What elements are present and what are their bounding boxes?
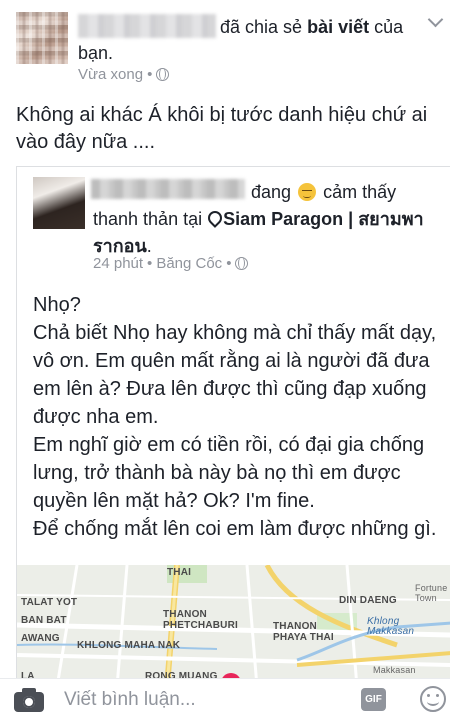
chevron-down-icon[interactable]	[428, 14, 442, 28]
smiley-face-icon[interactable]	[420, 686, 446, 712]
avatar[interactable]	[16, 12, 68, 64]
map-label: THANON PHAYA THAI	[273, 621, 334, 643]
body-line: Để chống mắt lên coi em làm được những g…	[33, 518, 437, 540]
shared-post-avatar[interactable]	[33, 177, 85, 229]
map-label: THANON PHETCHABURI	[163, 609, 238, 631]
map-label: KHLONG MAHA NAK	[77, 640, 181, 651]
action-text: đã chia sẻ	[220, 17, 303, 37]
location-pin-icon	[208, 211, 220, 226]
gif-button[interactable]: GIF	[361, 688, 386, 711]
map-label: AWANG	[21, 633, 60, 644]
comment-bar: GIF	[0, 678, 450, 721]
meta-separator: •	[147, 66, 153, 83]
body-line: Em nghĩ giờ em có tiền rồi, có đại gia c…	[33, 434, 425, 512]
meta-separator: •	[147, 255, 153, 272]
map-label: BAN BAT	[21, 615, 67, 626]
location-suffix: .	[146, 236, 152, 256]
relieved-face-icon	[298, 183, 317, 201]
body-line: Nhọ?	[33, 294, 81, 316]
shared-post-card[interactable]: đang cảm thấy thanh thản tại Siam Parago…	[16, 166, 450, 686]
notification-text: đã chia sẻ bài viết của bạn.	[78, 14, 408, 66]
body-line: Chả biết Nhọ hay không mà chỉ thấy mất d…	[33, 322, 437, 428]
map-label: Makkasan	[373, 665, 416, 675]
shared-object-link[interactable]: bài viết	[307, 17, 369, 37]
share-notification-header: đã chia sẻ bài viết của bạn. Vừa xong •	[0, 0, 450, 92]
post-text: Không ai khác Á khôi bị tước danh hiệu c…	[16, 104, 428, 153]
globe-icon	[235, 257, 249, 270]
location-map[interactable]: THAI TALAT YOT BAN BAT AWANG KHLONG MAHA…	[17, 565, 450, 685]
meta-separator: •	[226, 255, 232, 272]
camera-icon[interactable]	[14, 687, 44, 713]
shared-post-header-text: đang cảm thấy thanh thản tại Siam Parago…	[93, 179, 433, 260]
globe-icon	[156, 68, 170, 81]
map-label: TALAT YOT	[21, 597, 78, 608]
shared-post-body: Nhọ? Chả biết Nhọ hay không mà chỉ thấy …	[33, 291, 438, 543]
comment-input[interactable]	[64, 687, 334, 713]
map-label: Khlong Makkasan	[367, 616, 415, 637]
map-label: DIN DAENG	[339, 595, 397, 606]
map-label: THAI	[167, 567, 192, 578]
shared-post-meta: 24 phút • Băng Cốc •	[93, 255, 249, 272]
feeling-prefix: đang	[251, 182, 292, 202]
shared-post-place[interactable]: Băng Cốc	[156, 255, 222, 272]
shared-post-time[interactable]: 24 phút	[93, 255, 143, 272]
post-meta: Vừa xong •	[78, 66, 170, 83]
post-time[interactable]: Vừa xong	[78, 66, 143, 83]
map-label: Fortune Town	[415, 583, 448, 603]
